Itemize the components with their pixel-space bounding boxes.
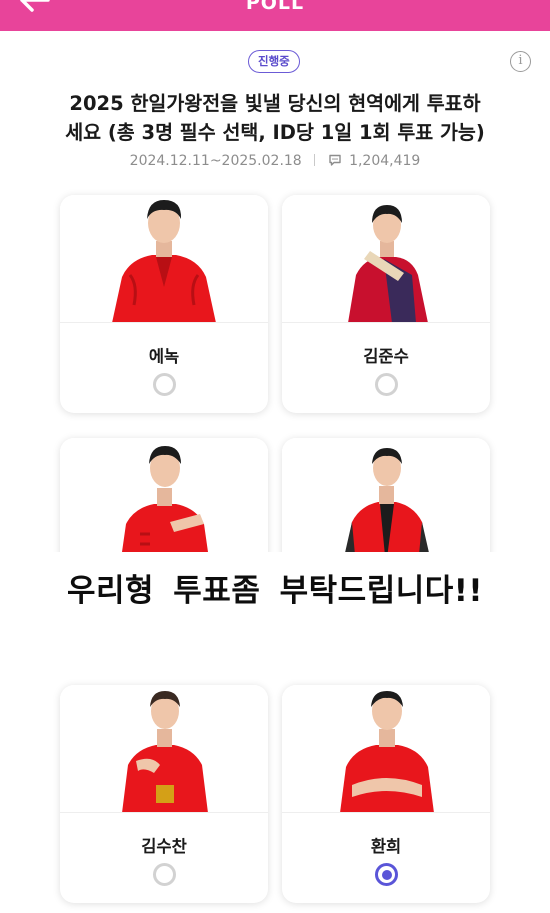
candidate-photo — [60, 195, 268, 323]
candidate-name: 김준수 — [363, 347, 409, 366]
candidate-photo — [60, 685, 268, 813]
radio-icon[interactable] — [153, 373, 176, 396]
candidate-card[interactable]: 환희 — [282, 685, 490, 903]
radio-icon-selected[interactable] — [375, 863, 398, 886]
top-app-bar: POLL — [0, 0, 550, 31]
candidate-name: 에녹 — [148, 347, 180, 366]
candidate-photo — [282, 685, 490, 813]
candidate-card[interactable]: 김수찬 — [60, 685, 268, 903]
radio-icon[interactable] — [375, 373, 398, 396]
candidate-name: 김수찬 — [141, 837, 187, 856]
candidate-card[interactable]: 김준수 — [282, 195, 490, 413]
page-title: POLL — [245, 0, 305, 14]
candidate-card[interactable]: 에녹 — [60, 195, 268, 413]
meta-divider — [314, 154, 316, 166]
poll-date-range: 2024.12.11~2025.02.18 — [129, 153, 302, 169]
comment-icon — [328, 153, 342, 167]
candidate-name: 환희 — [370, 837, 402, 856]
poll-title-line-2: 세요 (총 3명 필수 선택, ID당 1일 1회 투표 가능) — [65, 121, 485, 144]
info-icon[interactable]: i — [510, 51, 531, 72]
candidate-photo — [282, 438, 490, 566]
overlay-caption: 우리형 투표좀 부탁드립니다!! — [66, 573, 484, 609]
status-badge: 진행중 — [248, 50, 300, 73]
poll-title-line-1: 2025 한일가왕전을 빛낼 당신의 현역에게 투표하 — [69, 92, 481, 115]
poll-comment-count: 1,204,419 — [349, 153, 421, 169]
poll-title: 2025 한일가왕전을 빛낼 당신의 현역에게 투표하 세요 (총 3명 필수 … — [30, 89, 520, 147]
radio-icon[interactable] — [153, 863, 176, 886]
candidate-photo — [60, 438, 268, 566]
candidate-photo — [282, 195, 490, 323]
poll-meta: 2024.12.11~2025.02.18 1,204,419 — [0, 153, 550, 169]
